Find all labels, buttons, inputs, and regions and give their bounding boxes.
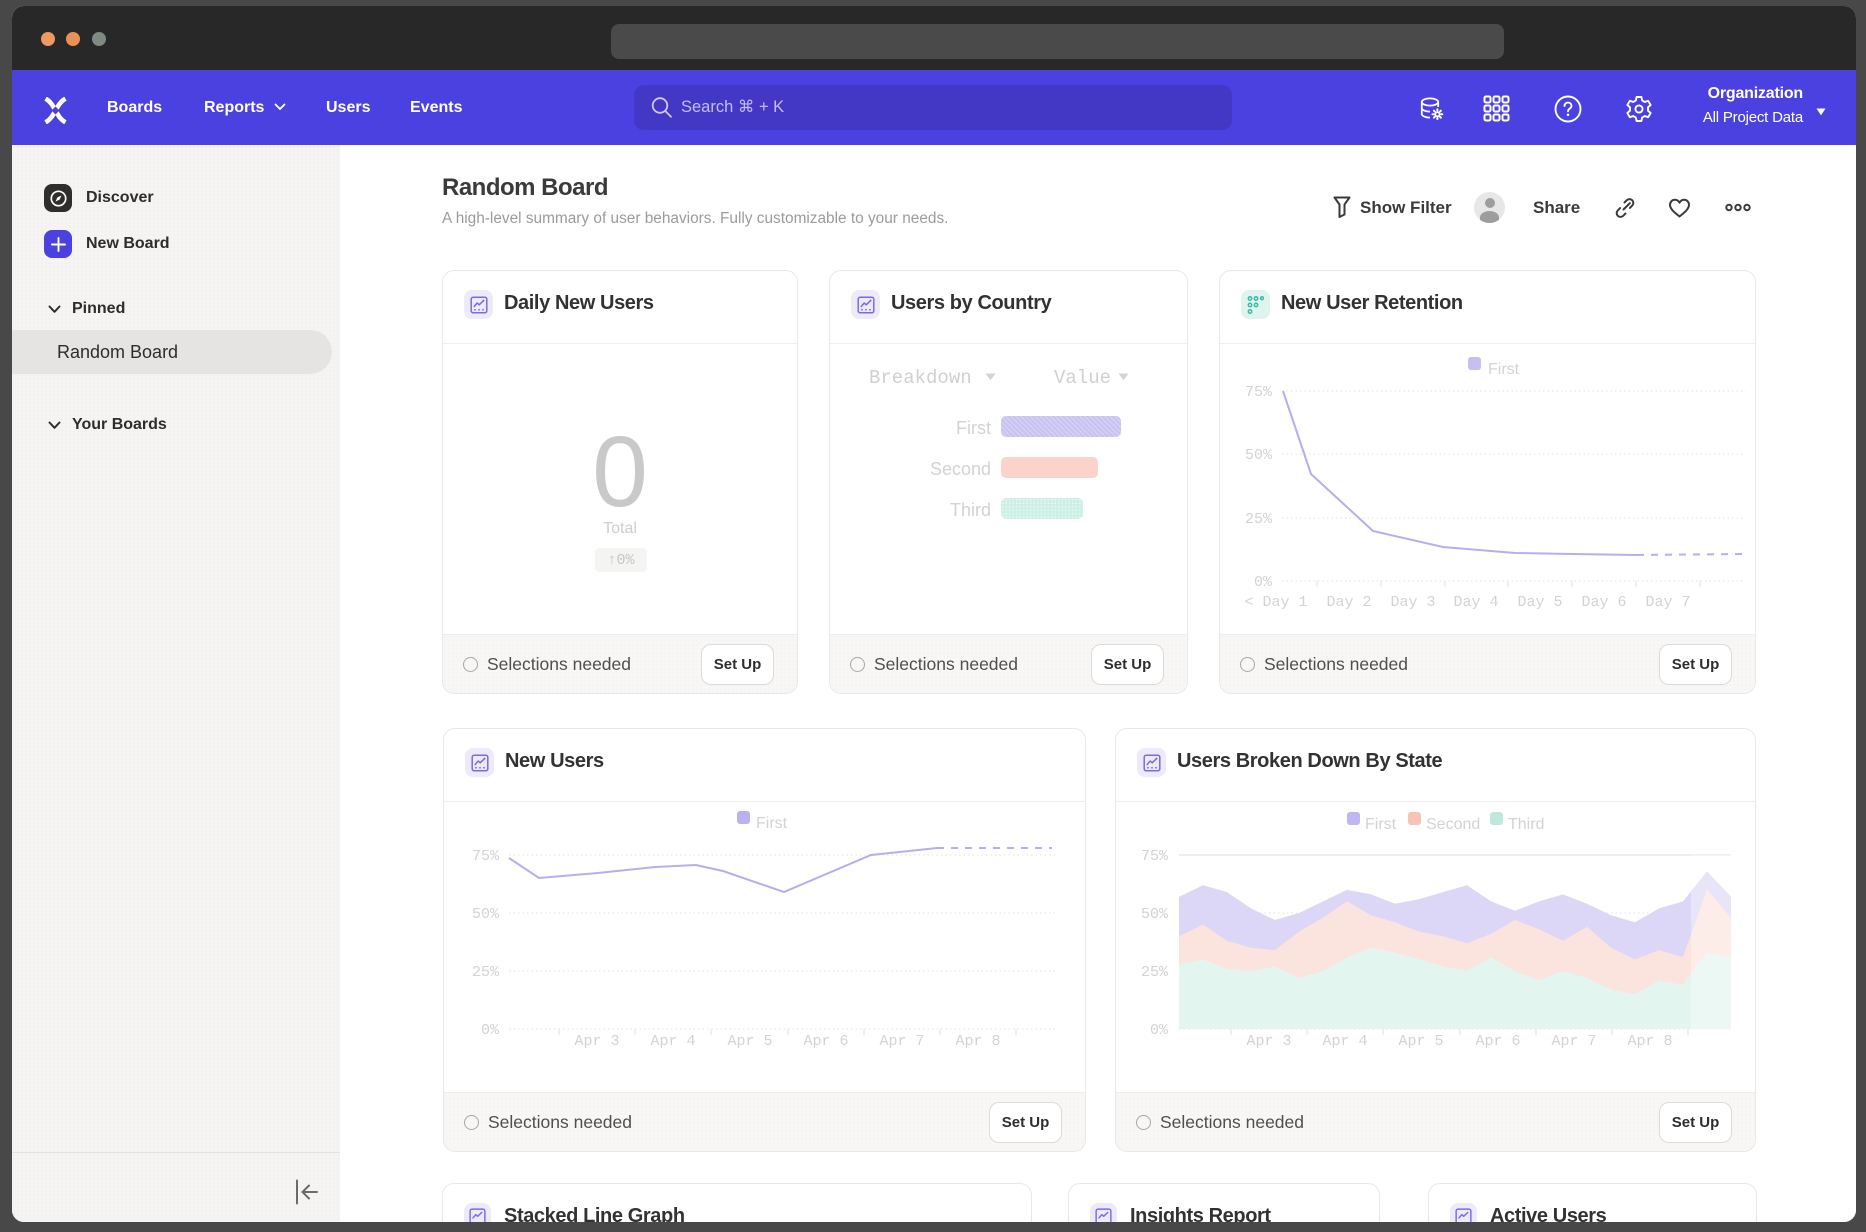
svg-text:Day 7: Day 7 (1645, 594, 1690, 611)
svg-text:<: < (1244, 594, 1253, 611)
svg-text:50%: 50% (1245, 447, 1273, 464)
svg-text:Apr 3: Apr 3 (1246, 1033, 1291, 1050)
svg-text:75%: 75% (472, 848, 500, 865)
svg-text:First: First (1488, 361, 1520, 378)
svg-text:Third: Third (1508, 816, 1544, 833)
svg-text:Apr 5: Apr 5 (1398, 1033, 1443, 1050)
svg-text:Day 5: Day 5 (1517, 594, 1562, 611)
svg-text:Apr 6: Apr 6 (1475, 1033, 1520, 1050)
svg-text:Apr 8: Apr 8 (1627, 1033, 1672, 1050)
svg-text:75%: 75% (1245, 384, 1273, 401)
svg-text:Day 2: Day 2 (1326, 594, 1371, 611)
svg-text:0%: 0% (481, 1022, 500, 1039)
svg-text:25%: 25% (1141, 964, 1169, 981)
svg-text:First: First (756, 815, 788, 832)
svg-text:0%: 0% (1150, 1022, 1169, 1039)
svg-text:Day 6: Day 6 (1581, 594, 1626, 611)
svg-text:Apr 5: Apr 5 (727, 1033, 772, 1050)
svg-text:Apr 7: Apr 7 (1551, 1033, 1596, 1050)
svg-text:Day 3: Day 3 (1390, 594, 1435, 611)
svg-text:Apr 8: Apr 8 (955, 1033, 1000, 1050)
svg-text:25%: 25% (1245, 511, 1273, 528)
svg-text:50%: 50% (1141, 906, 1169, 923)
svg-text:Apr 4: Apr 4 (1322, 1033, 1367, 1050)
svg-text:Apr 6: Apr 6 (803, 1033, 848, 1050)
svg-text:Day 1: Day 1 (1262, 594, 1307, 611)
svg-text:50%: 50% (472, 906, 500, 923)
svg-text:75%: 75% (1141, 848, 1169, 865)
svg-text:Apr 7: Apr 7 (879, 1033, 924, 1050)
svg-text:Apr 4: Apr 4 (650, 1033, 695, 1050)
svg-text:0%: 0% (1254, 574, 1273, 591)
svg-text:Day 4: Day 4 (1453, 594, 1498, 611)
svg-text:Apr 3: Apr 3 (574, 1033, 619, 1050)
svg-text:First: First (1365, 816, 1397, 833)
svg-text:25%: 25% (472, 964, 500, 981)
svg-text:Second: Second (1426, 816, 1480, 833)
